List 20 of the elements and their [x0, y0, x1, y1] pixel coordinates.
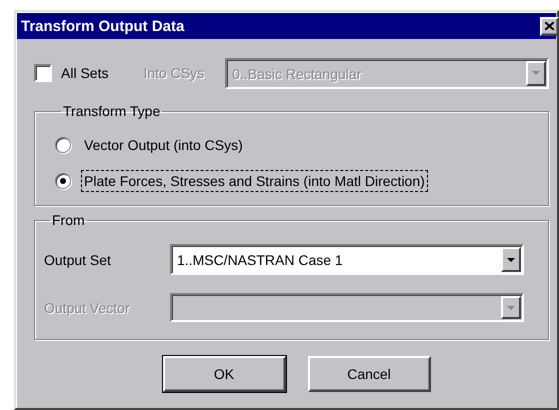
output-dropdown[interactable]: 1..MSC/NASTRAN Case 1 — [170, 244, 524, 275]
close-button[interactable] — [540, 16, 559, 36]
window-title: Transform Output Data — [21, 18, 184, 34]
field-label: Output Set — [44, 252, 112, 268]
group-title: From — [51, 212, 86, 228]
all-sets-checkbox[interactable] — [34, 64, 52, 82]
radio-label: Vector Output (into CSys) — [83, 136, 244, 155]
caret-icon — [507, 258, 515, 262]
group-title: Transform Type — [62, 103, 162, 119]
checkbox-label: All Sets — [61, 65, 108, 81]
caret-icon — [507, 306, 515, 310]
field-label: Into CSys — [143, 65, 204, 81]
caret-icon — [532, 71, 540, 75]
field-label: Output Vector — [44, 300, 131, 316]
radio-label: Plate Forces, Stresses and Strains (into Matl Direction) — [81, 170, 428, 192]
dialog-button[interactable]: OK — [162, 356, 286, 392]
radio-button[interactable] — [55, 137, 71, 153]
close-icon — [545, 22, 554, 30]
radio-button[interactable] — [55, 173, 71, 189]
dialog-button[interactable]: Cancel — [308, 356, 430, 392]
